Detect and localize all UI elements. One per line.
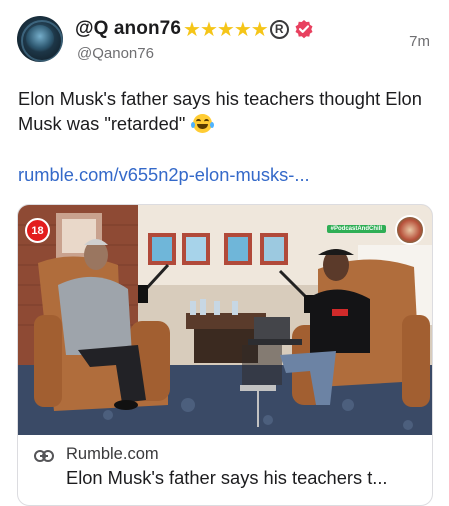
video-thumbnail[interactable]: 18 #PodcastAndChill: [18, 205, 432, 435]
podcast-logo: [395, 215, 425, 245]
post-link[interactable]: rumble.com/v655n2p-elon-musks-...: [18, 164, 310, 186]
post-text: Elon Musk's father says his teachers tho…: [18, 86, 433, 136]
handle[interactable]: @Qanon76: [77, 45, 154, 62]
podcast-tag: #PodcastAndChill: [326, 225, 386, 233]
avatar[interactable]: [17, 16, 63, 62]
star-icon: ★: [250, 17, 269, 41]
verified-badge-icon: [294, 19, 314, 39]
card-title[interactable]: Elon Musk's father says his teachers t..…: [66, 467, 388, 489]
registered-icon: R: [269, 19, 289, 39]
author-row: @Q anon76 ★ ★ ★ ★ ★ R: [75, 15, 314, 43]
link-icon: [34, 449, 54, 463]
star-icon: ★: [216, 17, 235, 41]
tears-of-joy-emoji-icon: [190, 114, 214, 133]
star-badges: ★ ★ ★ ★ ★: [183, 17, 269, 41]
card-domain: Rumble.com: [66, 445, 159, 463]
star-icon: ★: [183, 17, 201, 41]
star-icon: ★: [199, 17, 218, 41]
post: @Q anon76 ★ ★ ★ ★ ★ R @Qanon76 7m Elon M…: [0, 0, 449, 506]
video-badge: 18: [25, 218, 50, 243]
post-body: Elon Musk's father says his teachers tho…: [18, 88, 422, 134]
display-name[interactable]: @Q anon76: [75, 18, 181, 40]
link-preview-card[interactable]: 18 #PodcastAndChill Rumble.com Elon Musk…: [17, 204, 433, 506]
timestamp[interactable]: 7m: [409, 33, 430, 50]
star-icon: ★: [233, 17, 252, 41]
